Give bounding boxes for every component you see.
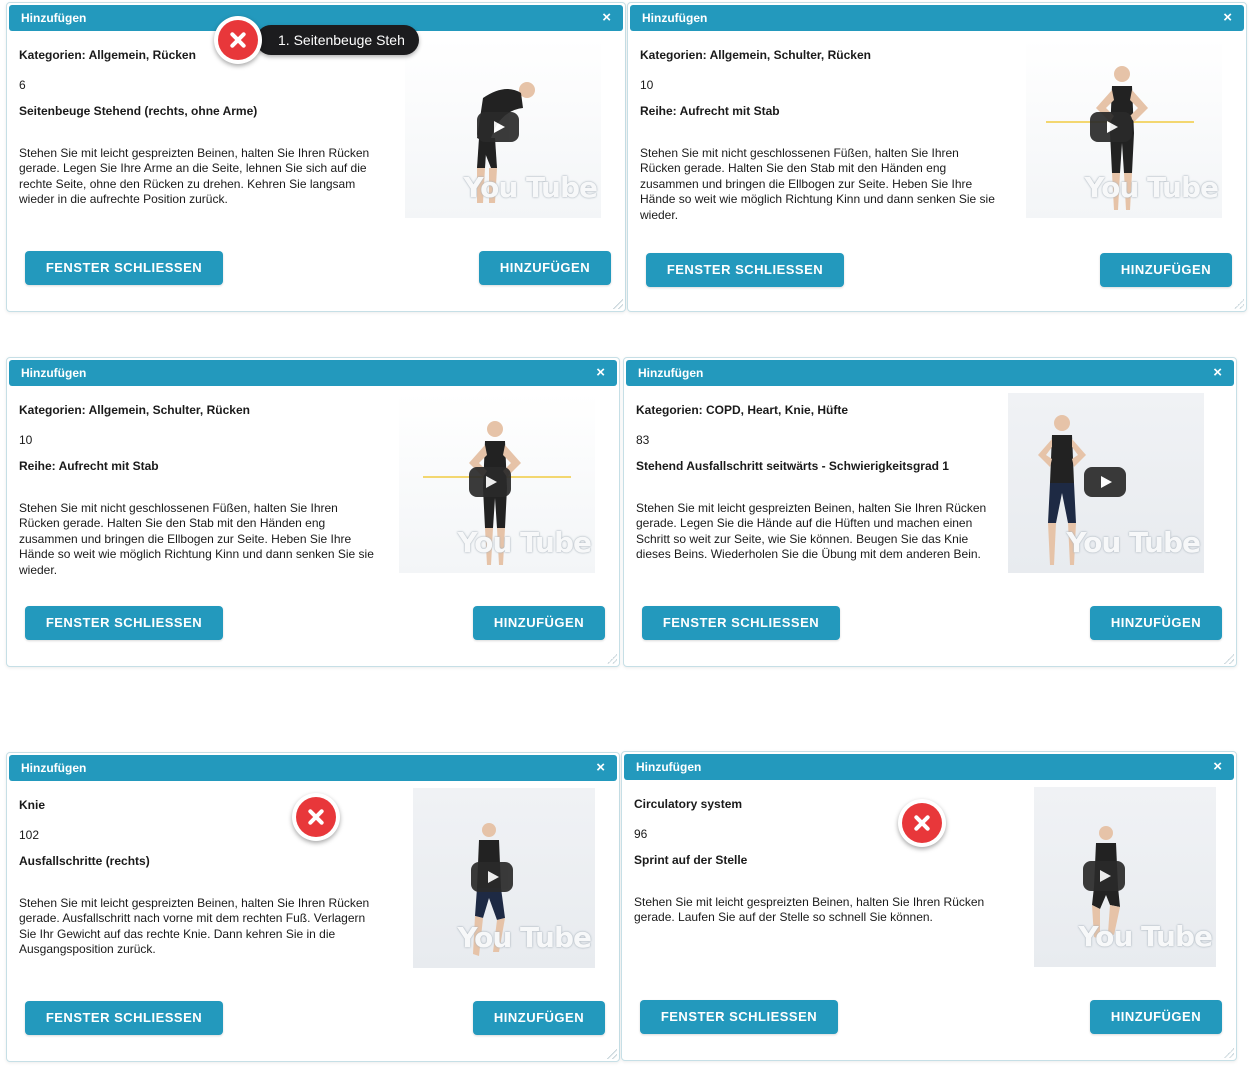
dialog-titlebar[interactable]: Hinzufügen × (624, 754, 1234, 780)
exercise-dialog: Hinzufügen × Kategorien: Allgemein, Schu… (627, 2, 1247, 312)
play-button-icon[interactable] (1083, 861, 1125, 891)
exercise-dialog: Hinzufügen × Kategorien: Allgemein, Schu… (6, 357, 620, 667)
play-button-icon[interactable] (469, 467, 511, 497)
exercise-description: Stehen Sie mit leicht gespreizten Beinen… (634, 895, 985, 925)
remove-marker-icon[interactable] (214, 16, 262, 64)
close-window-button[interactable]: FENSTER SCHLIESSEN (646, 253, 844, 287)
exercise-number: 83 (636, 433, 650, 447)
dialog-titlebar[interactable]: Hinzufügen × (630, 5, 1244, 31)
close-icon[interactable]: × (596, 360, 605, 386)
resize-handle-icon[interactable] (1224, 1048, 1234, 1058)
remove-marker-icon[interactable] (292, 793, 340, 841)
dialog-title: Hinzufügen (636, 760, 702, 774)
dialog-title: Hinzufügen (21, 761, 87, 775)
add-button[interactable]: HINZUFÜGEN (479, 251, 611, 285)
video-player[interactable]: You Tube (1008, 393, 1204, 573)
dialog-title: Hinzufügen (21, 11, 87, 25)
exercise-dialog: Hinzufügen × Circulatory system 96 Sprin… (621, 751, 1237, 1061)
youtube-watermark: You Tube (1078, 920, 1213, 953)
play-button-icon[interactable] (1084, 467, 1126, 497)
categories-label: Kategorien: Allgemein, Schulter, Rücken (19, 403, 250, 417)
resize-handle-icon[interactable] (1234, 299, 1244, 309)
exercise-title: Seitenbeuge Stehend (rechts, ohne Arme) (19, 104, 258, 118)
exercise-description: Stehen Sie mit nicht geschlossenen Füßen… (19, 501, 374, 577)
youtube-watermark: You Tube (457, 526, 592, 559)
close-icon[interactable]: × (1213, 754, 1222, 780)
exercise-number: 10 (640, 78, 654, 92)
categories-label: Kategorien: Allgemein, Rücken (19, 48, 196, 62)
play-button-icon[interactable] (471, 862, 513, 892)
exercise-title: Stehend Ausfallschritt seitwärts - Schwi… (636, 459, 949, 473)
exercise-number: 10 (19, 433, 33, 447)
close-window-button[interactable]: FENSTER SCHLIESSEN (25, 251, 223, 285)
youtube-watermark: You Tube (463, 171, 598, 204)
exercise-title: Reihe: Aufrecht mit Stab (640, 104, 780, 118)
exercise-description: Stehen Sie mit nicht geschlossenen Füßen… (640, 146, 995, 222)
video-player[interactable]: You Tube (413, 788, 595, 968)
youtube-watermark: You Tube (1084, 171, 1219, 204)
dialog-titlebar[interactable]: Hinzufügen × (626, 360, 1234, 386)
close-icon[interactable]: × (1213, 360, 1222, 386)
add-button[interactable]: HINZUFÜGEN (473, 1001, 605, 1035)
exercise-tooltip: 1. Seitenbeuge Steh (256, 25, 419, 55)
video-player[interactable]: You Tube (1034, 787, 1216, 967)
categories-label: Knie (19, 798, 46, 812)
close-window-button[interactable]: FENSTER SCHLIESSEN (25, 1001, 223, 1035)
exercise-description: Stehen Sie mit leicht gespreizten Beinen… (19, 146, 370, 207)
resize-handle-icon[interactable] (613, 299, 623, 309)
categories-label: Kategorien: Allgemein, Schulter, Rücken (640, 48, 871, 62)
video-player[interactable]: You Tube (1026, 38, 1222, 218)
close-icon[interactable]: × (596, 755, 605, 781)
video-player[interactable]: You Tube (405, 38, 601, 218)
exercise-title: Reihe: Aufrecht mit Stab (19, 459, 159, 473)
dialog-titlebar[interactable]: Hinzufügen × (9, 360, 617, 386)
exercise-description: Stehen Sie mit leicht gespreizten Beinen… (19, 896, 370, 957)
resize-handle-icon[interactable] (1224, 654, 1234, 664)
exercise-number: 102 (19, 828, 40, 842)
close-window-button[interactable]: FENSTER SCHLIESSEN (640, 1000, 838, 1034)
exercise-description: Stehen Sie mit leicht gespreizten Beinen… (636, 501, 987, 562)
play-button-icon[interactable] (477, 112, 519, 142)
add-button[interactable]: HINZUFÜGEN (473, 606, 605, 640)
video-player[interactable]: You Tube (399, 393, 595, 573)
remove-marker-icon[interactable] (898, 799, 946, 847)
close-icon[interactable]: × (1223, 5, 1232, 31)
close-window-button[interactable]: FENSTER SCHLIESSEN (642, 606, 840, 640)
exercise-title: Sprint auf der Stelle (634, 853, 748, 867)
resize-handle-icon[interactable] (607, 654, 617, 664)
categories-label: Kategorien: COPD, Heart, Knie, Hüfte (636, 403, 849, 417)
youtube-watermark: You Tube (457, 921, 592, 954)
dialog-title: Hinzufügen (638, 366, 704, 380)
dialog-title: Hinzufügen (21, 366, 87, 380)
play-button-icon[interactable] (1090, 112, 1132, 142)
dialog-titlebar[interactable]: Hinzufügen × (9, 755, 617, 781)
exercise-number: 6 (19, 78, 26, 92)
resize-handle-icon[interactable] (607, 1049, 617, 1059)
dialog-title: Hinzufügen (642, 11, 708, 25)
exercise-dialog: Hinzufügen × Kategorien: COPD, Heart, Kn… (623, 357, 1237, 667)
add-button[interactable]: HINZUFÜGEN (1100, 253, 1232, 287)
add-button[interactable]: HINZUFÜGEN (1090, 1000, 1222, 1034)
youtube-watermark: You Tube (1066, 526, 1201, 559)
exercise-number: 96 (634, 827, 648, 841)
exercise-title: Ausfallschritte (rechts) (19, 854, 150, 868)
close-icon[interactable]: × (602, 5, 611, 31)
add-button[interactable]: HINZUFÜGEN (1090, 606, 1222, 640)
close-window-button[interactable]: FENSTER SCHLIESSEN (25, 606, 223, 640)
categories-label: Circulatory system (634, 797, 743, 811)
